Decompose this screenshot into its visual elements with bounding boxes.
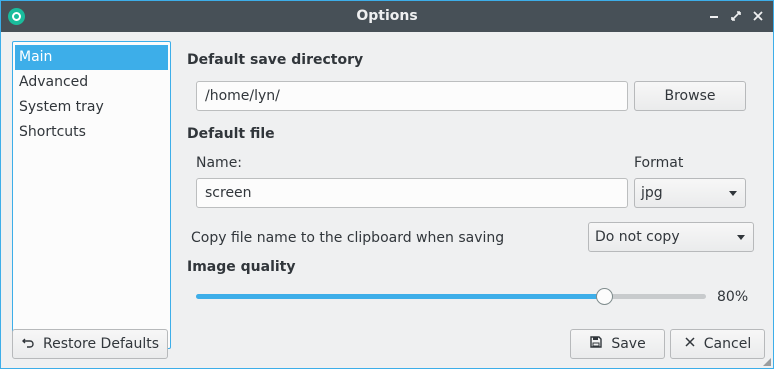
restore-defaults-button[interactable]: Restore Defaults xyxy=(12,329,168,359)
sidebar-item-shortcuts[interactable]: Shortcuts xyxy=(15,120,168,145)
floppy-disk-icon xyxy=(589,335,603,353)
sidebar-item-advanced[interactable]: Advanced xyxy=(15,70,168,95)
chevron-down-icon xyxy=(737,235,745,240)
cancel-button-label: Cancel xyxy=(703,336,752,352)
clipboard-select-value: Do not copy xyxy=(595,229,680,245)
title-bar[interactable]: Options xyxy=(1,1,773,32)
x-icon xyxy=(684,336,696,352)
window-title: Options xyxy=(356,8,418,24)
resize-grip[interactable] xyxy=(763,358,771,366)
cancel-button[interactable]: Cancel xyxy=(670,329,765,359)
file-name-input[interactable]: screen xyxy=(196,178,628,208)
options-window: Options Main Advanced System tray Shortc… xyxy=(0,0,774,369)
chevron-down-icon xyxy=(729,191,737,196)
restore-icon[interactable] xyxy=(729,9,743,23)
category-list[interactable]: Main Advanced System tray Shortcuts xyxy=(12,41,171,349)
clipboard-label: Copy file name to the clipboard when sav… xyxy=(191,230,505,246)
browse-button[interactable]: Browse xyxy=(634,81,746,111)
minimize-icon[interactable] xyxy=(707,9,721,23)
browse-button-label: Browse xyxy=(664,88,716,104)
save-button-label: Save xyxy=(611,336,646,352)
undo-icon xyxy=(21,335,35,353)
image-quality-slider[interactable] xyxy=(196,288,706,305)
image-quality-value: 80% xyxy=(717,289,749,305)
format-select[interactable]: jpg xyxy=(634,178,746,208)
image-quality-heading: Image quality xyxy=(187,259,296,275)
sidebar-item-main[interactable]: Main xyxy=(15,45,168,70)
sidebar-item-system-tray[interactable]: System tray xyxy=(15,95,168,120)
close-icon[interactable] xyxy=(751,9,765,23)
slider-fill xyxy=(196,294,604,299)
save-directory-input[interactable]: /home/lyn/ xyxy=(196,81,628,111)
slider-handle[interactable] xyxy=(596,288,613,305)
format-select-value: jpg xyxy=(641,185,663,201)
save-directory-heading: Default save directory xyxy=(187,52,364,68)
format-label: Format xyxy=(634,155,684,171)
name-label: Name: xyxy=(196,155,243,171)
default-file-heading: Default file xyxy=(187,126,275,142)
restore-defaults-label: Restore Defaults xyxy=(42,336,160,352)
save-button[interactable]: Save xyxy=(570,329,665,359)
clipboard-select[interactable]: Do not copy xyxy=(588,222,754,252)
